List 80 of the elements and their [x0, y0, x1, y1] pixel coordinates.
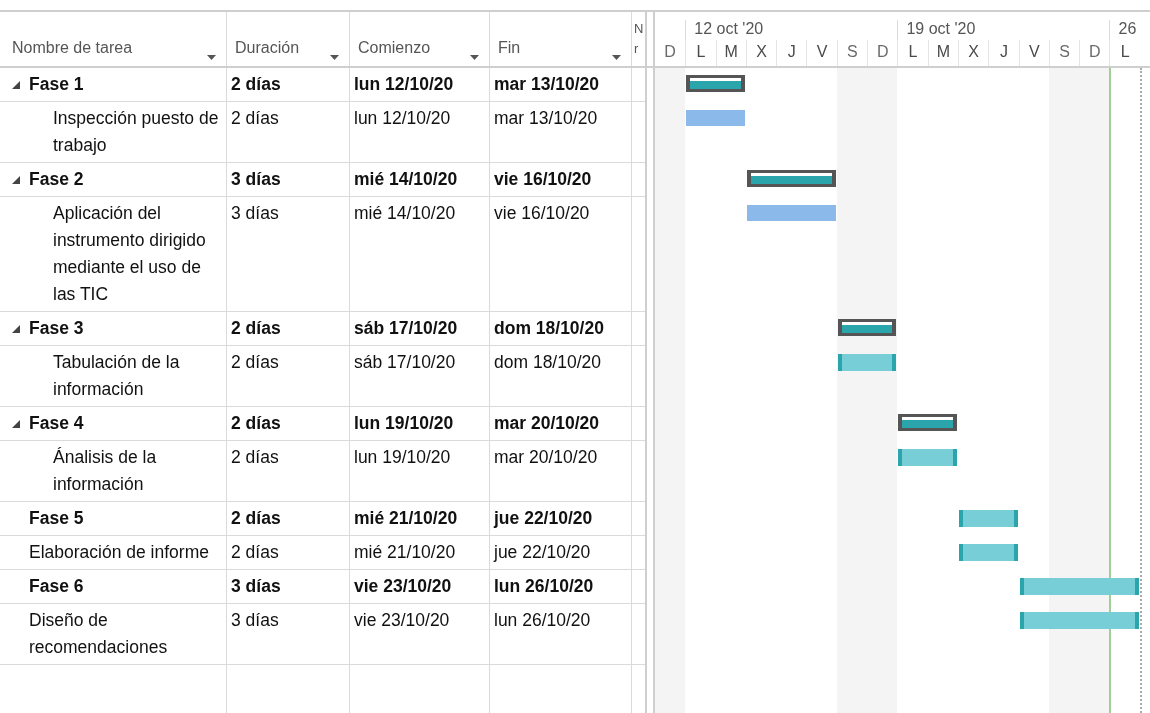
finish-date: mar 20/10/20	[494, 413, 600, 433]
day-label: M	[927, 40, 958, 66]
task-name: Fase 4	[29, 413, 84, 433]
task-name: Tabulación de la información	[53, 352, 180, 399]
duration-text: 3 días	[231, 169, 281, 189]
day-label: V	[806, 40, 837, 66]
start-date: vie 23/10/20	[354, 610, 450, 630]
start-date: sáb 17/10/20	[354, 352, 456, 372]
week-label: 26	[1118, 20, 1137, 37]
task-name: Diseño de recomendaciones	[29, 610, 168, 657]
duration-text: 2 días	[231, 508, 281, 528]
finish-date: mar 13/10/20	[494, 74, 600, 94]
day-label: L	[685, 40, 716, 66]
day-label: D	[1079, 40, 1110, 66]
day-label: X	[957, 40, 989, 66]
column-header[interactable]: N r	[634, 19, 644, 59]
collapse-triangle-icon[interactable]	[12, 81, 20, 89]
task-name: Fase 2	[29, 169, 84, 189]
task-name: Fase 6	[29, 576, 84, 596]
day-label: X	[745, 40, 777, 66]
dropdown-icon[interactable]	[207, 55, 216, 60]
duration-text: 2 días	[231, 74, 281, 94]
finish-date: jue 22/10/20	[494, 508, 593, 528]
task-name: Fase 3	[29, 318, 84, 338]
collapse-triangle-icon[interactable]	[12, 176, 20, 184]
start-date: mié 21/10/20	[354, 542, 456, 562]
day-label: L	[897, 40, 928, 66]
day-label: J	[988, 40, 1019, 66]
finish-date: mar 20/10/20	[494, 447, 598, 467]
dropdown-icon[interactable]	[470, 55, 479, 60]
column-header[interactable]: Fin	[498, 36, 521, 60]
duration-text: 3 días	[231, 576, 281, 596]
week-label: 19 oct '20	[906, 20, 976, 37]
task-name: Fase 5	[29, 508, 84, 528]
column-header[interactable]: Comienzo	[358, 36, 431, 60]
day-label: V	[1018, 40, 1049, 66]
finish-date: vie 16/10/20	[494, 169, 592, 189]
duration-text: 3 días	[231, 610, 279, 630]
start-date: mié 21/10/20	[354, 508, 458, 528]
duration-text: 2 días	[231, 352, 279, 372]
finish-date: dom 18/10/20	[494, 318, 604, 338]
day-label: D	[867, 40, 898, 66]
duration-text: 2 días	[231, 318, 281, 338]
dropdown-icon[interactable]	[330, 55, 339, 60]
day-label: J	[776, 40, 807, 66]
collapse-triangle-icon[interactable]	[12, 325, 20, 333]
finish-date: vie 16/10/20	[494, 203, 590, 223]
task-name: Fase 1	[29, 74, 84, 94]
column-header[interactable]: Duración	[235, 36, 300, 60]
finish-date: lun 26/10/20	[494, 576, 594, 596]
task-name: Ánalisis de la información	[53, 447, 157, 494]
week-label: 12 oct '20	[694, 20, 764, 37]
duration-text: 2 días	[231, 108, 279, 128]
collapse-triangle-icon[interactable]	[12, 420, 20, 428]
start-date: mié 14/10/20	[354, 203, 456, 223]
start-date: lun 12/10/20	[354, 108, 451, 128]
finish-date: dom 18/10/20	[494, 352, 602, 372]
finish-date: lun 26/10/20	[494, 610, 591, 630]
dropdown-icon[interactable]	[612, 55, 621, 60]
day-label: D	[663, 42, 677, 62]
duration-text: 3 días	[231, 203, 279, 223]
day-label: L	[1109, 40, 1140, 66]
duration-text: 2 días	[231, 413, 281, 433]
task-name: Elaboración de informe	[29, 542, 209, 562]
finish-date: jue 22/10/20	[494, 542, 591, 562]
finish-date: mar 13/10/20	[494, 108, 598, 128]
task-name: Aplicación del instrumento dirigido mediante el uso de las TIC	[53, 203, 206, 304]
duration-text: 2 días	[231, 447, 279, 467]
start-date: vie 23/10/20	[354, 576, 452, 596]
start-date: mié 14/10/20	[354, 169, 458, 189]
day-label: S	[836, 40, 868, 66]
duration-text: 2 días	[231, 542, 279, 562]
task-name: Inspección puesto de trabajo	[53, 108, 219, 155]
day-label: M	[715, 40, 746, 66]
start-date: lun 19/10/20	[354, 447, 451, 467]
day-label: S	[1048, 40, 1080, 66]
column-header[interactable]: Nombre de tarea	[12, 36, 133, 60]
start-date: lun 12/10/20	[354, 74, 454, 94]
start-date: sáb 17/10/20	[354, 318, 458, 338]
start-date: lun 19/10/20	[354, 413, 454, 433]
